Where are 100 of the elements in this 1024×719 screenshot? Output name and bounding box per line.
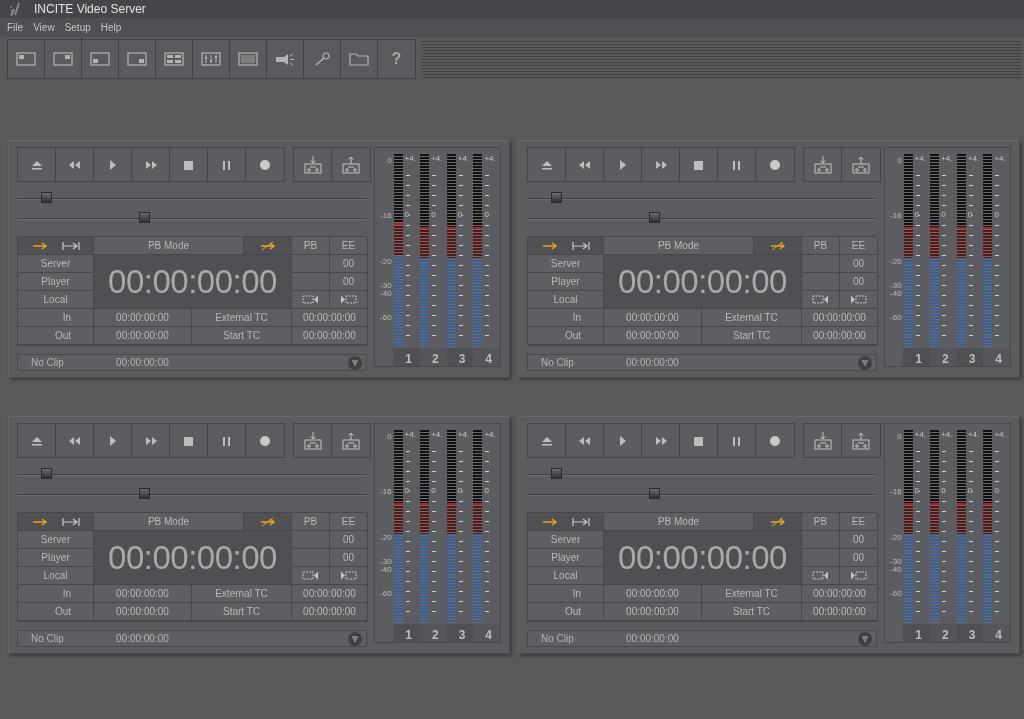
- position-slider[interactable]: [17, 192, 367, 204]
- clip-name: No Clip: [31, 633, 65, 645]
- mode-label[interactable]: PB Mode: [94, 513, 244, 532]
- source-option[interactable]: Local: [528, 567, 604, 586]
- clip-timecode: 00:00:00:00: [116, 357, 170, 369]
- pb-button[interactable]: PB: [802, 237, 840, 256]
- channel-number: 2: [929, 348, 957, 366]
- ee-button[interactable]: EE: [330, 513, 368, 532]
- crossed-arrow-icon[interactable]: [259, 240, 276, 251]
- pb-button[interactable]: PB: [802, 513, 840, 532]
- in-timecode: 00:00:00:00: [604, 585, 702, 604]
- clip-timecode: 00:00:00:00: [626, 633, 680, 645]
- scale-label: -60: [890, 590, 902, 598]
- ee-button[interactable]: EE: [840, 513, 878, 532]
- crossed-arrow-icon[interactable]: [259, 516, 276, 527]
- crossed-arrow-icon[interactable]: [769, 516, 786, 527]
- clip-name: No Clip: [541, 357, 575, 369]
- window-icon: [16, 51, 36, 67]
- position-slider[interactable]: [527, 488, 877, 500]
- position-slider[interactable]: [17, 212, 367, 224]
- jump-to-end-icon[interactable]: [571, 240, 590, 251]
- slider-thumb[interactable]: [40, 192, 52, 204]
- arrow-icon[interactable]: [541, 517, 558, 526]
- pb-button[interactable]: PB: [292, 237, 330, 256]
- mode-label[interactable]: PB Mode: [604, 237, 754, 256]
- position-slider[interactable]: [527, 468, 877, 480]
- tape-download-icon: [302, 155, 323, 175]
- scale-label: -16: [890, 212, 902, 220]
- source-option[interactable]: Player: [18, 273, 94, 292]
- source-option[interactable]: Server: [18, 255, 94, 274]
- source-option[interactable]: Player: [528, 549, 604, 568]
- arrow-icon[interactable]: [541, 241, 558, 250]
- slider-thumb[interactable]: [139, 488, 151, 500]
- filter-icon[interactable]: [348, 631, 362, 646]
- arrow-icon[interactable]: [31, 517, 48, 526]
- out-label: Out: [528, 327, 604, 346]
- frame-forward-button[interactable]: [840, 567, 878, 586]
- position-slider[interactable]: [527, 192, 877, 204]
- start-timecode: 00:00:00:00: [292, 603, 368, 622]
- slider-thumb[interactable]: [139, 212, 151, 224]
- scale-label: +4.: [431, 155, 443, 163]
- frame-back-button[interactable]: [802, 567, 840, 586]
- arrow-icon[interactable]: [31, 241, 48, 250]
- frame-forward-button[interactable]: [330, 567, 368, 586]
- slider-thumb[interactable]: [649, 488, 661, 500]
- mixer-icon: [201, 51, 221, 67]
- ee-button[interactable]: EE: [840, 237, 878, 256]
- source-option[interactable]: Player: [528, 273, 604, 292]
- jump-to-end-icon[interactable]: [61, 240, 80, 251]
- frame-forward-button[interactable]: [330, 291, 368, 310]
- frame-forward-button[interactable]: [840, 291, 878, 310]
- slider-thumb[interactable]: [550, 468, 562, 480]
- slider-thumb[interactable]: [550, 192, 562, 204]
- ee-button[interactable]: EE: [330, 237, 368, 256]
- source-option[interactable]: Local: [18, 567, 94, 586]
- frame-back-button[interactable]: [292, 567, 330, 586]
- channel-number: 1: [393, 348, 420, 366]
- start-tc-label: Start TC: [192, 603, 292, 622]
- source-option[interactable]: Server: [528, 531, 604, 550]
- menu-item[interactable]: Help: [95, 22, 127, 33]
- source-option[interactable]: Server: [528, 255, 604, 274]
- speaker-icon: [275, 51, 295, 67]
- jump-to-end-icon[interactable]: [61, 516, 80, 527]
- jump-to-end-icon[interactable]: [571, 516, 590, 527]
- mode-label[interactable]: PB Mode: [94, 237, 244, 256]
- frame-forward-icon: [850, 294, 867, 306]
- mode-label[interactable]: PB Mode: [604, 513, 754, 532]
- scale-label: -16: [380, 212, 392, 220]
- position-slider[interactable]: [17, 468, 367, 480]
- filter-icon[interactable]: [858, 631, 872, 646]
- menu-item[interactable]: File: [2, 22, 29, 33]
- scale-label: 0: [967, 211, 973, 219]
- count-value: 00: [330, 549, 368, 568]
- scale-label: +4.: [967, 155, 980, 163]
- slider-thumb[interactable]: [649, 212, 661, 224]
- source-option[interactable]: Local: [528, 291, 604, 310]
- source-option[interactable]: Local: [18, 291, 94, 310]
- menu-item[interactable]: Setup: [59, 22, 96, 33]
- menu-item[interactable]: View: [28, 22, 60, 33]
- filter-icon[interactable]: [858, 355, 872, 370]
- position-slider[interactable]: [17, 488, 367, 500]
- source-option[interactable]: Player: [18, 549, 94, 568]
- frame-back-button[interactable]: [292, 291, 330, 310]
- scale-label: 0: [994, 211, 999, 219]
- pb-button[interactable]: PB: [292, 513, 330, 532]
- crossed-arrow-icon[interactable]: [769, 240, 786, 251]
- slider-thumb[interactable]: [40, 468, 52, 480]
- filter-icon[interactable]: [348, 355, 362, 370]
- position-slider[interactable]: [527, 212, 877, 224]
- source-option[interactable]: Server: [18, 531, 94, 550]
- frame-back-button[interactable]: [802, 291, 840, 310]
- frame-back-icon: [812, 570, 829, 582]
- record-icon: [767, 158, 783, 171]
- scale-label: 0: [484, 487, 489, 495]
- app-logo-icon: [8, 1, 22, 17]
- tape-upload-icon: [851, 155, 871, 175]
- count-value: 00: [330, 255, 368, 274]
- folder-icon: [349, 51, 369, 67]
- scale-label: +4.: [457, 431, 470, 439]
- scale-label: 0: [404, 211, 410, 219]
